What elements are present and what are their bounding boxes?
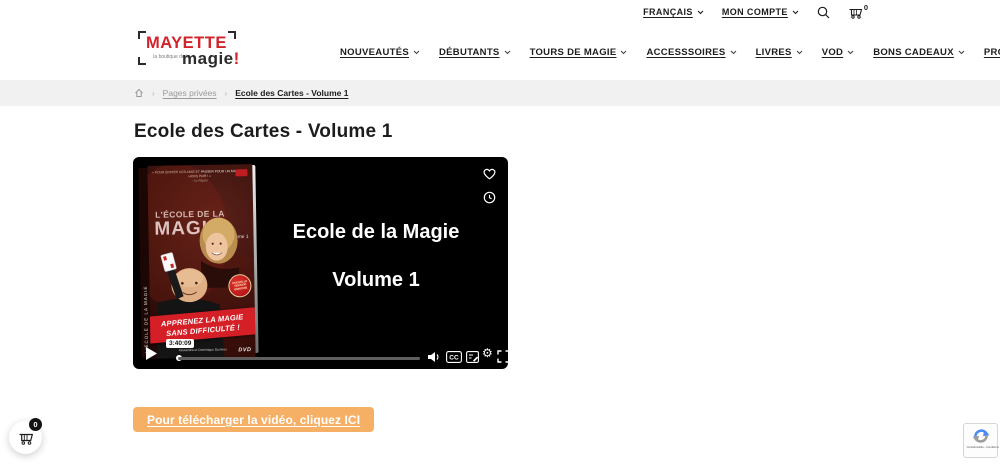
nav-label: PROMOTIONS — [983, 46, 1000, 58]
nav-label: NOUVEAUTÉS — [340, 46, 409, 58]
play-button[interactable] — [145, 346, 158, 366]
nav-label: BONS CADEAUX — [873, 46, 954, 58]
clock-icon — [483, 191, 496, 204]
top-bar: FRANÇAIS MON COMPTE 0 — [0, 0, 1000, 24]
nav-item-nouveautes[interactable]: NOUVEAUTÉS — [340, 47, 420, 58]
progress-bar[interactable] — [178, 357, 420, 360]
recaptcha-badge[interactable]: Confidentialité - Conditions — [963, 423, 998, 458]
nav-label: DÉBUTANTS — [438, 46, 500, 58]
logo-bracket — [138, 31, 146, 39]
play-icon — [146, 347, 157, 360]
page-title: Ecole des Cartes - Volume 1 — [134, 121, 393, 142]
video-player[interactable]: L'ÉCOLE DE LA MAGIE « POUR ÉPATER VOS AM… — [133, 157, 508, 369]
logo-magie-word: magie — [182, 49, 234, 68]
cc-icon: CC — [446, 351, 462, 363]
logo-text-magie: magie! — [182, 49, 240, 69]
dvd-format-label: DVD — [238, 347, 252, 354]
breadcrumb: › Pages privées › Ecole des Cartes - Vol… — [0, 80, 1000, 106]
nav-item-promotions[interactable]: PROMOTIONS — [984, 47, 1000, 58]
gear-icon: ⚙ — [482, 346, 493, 360]
volume-button[interactable] — [427, 350, 441, 368]
nav-item-accesssoires[interactable]: ACCESSSOIRES — [646, 47, 736, 58]
nav-item-vod[interactable]: VOD — [822, 47, 855, 58]
captions-button[interactable]: CC — [446, 350, 462, 368]
duration-tooltip: 3:40:09 — [166, 339, 195, 348]
video-overlay-subtitle: Volume 1 — [332, 269, 420, 291]
site-logo[interactable]: MAYETTE la boutique de la magie! — [136, 31, 254, 73]
svg-text:CC: CC — [449, 355, 459, 362]
home-icon[interactable] — [134, 88, 144, 98]
fullscreen-button[interactable] — [497, 350, 508, 368]
svg-text:L'ÉCOLE DE LA MAGIE: L'ÉCOLE DE LA MAGIE — [142, 286, 149, 353]
language-label: FRANÇAIS — [643, 7, 693, 17]
transcript-button[interactable] — [466, 350, 479, 368]
page: FRANÇAIS MON COMPTE 0 MAYETTE la boutiqu… — [0, 0, 1000, 465]
logo-bracket — [228, 31, 236, 39]
nav-label: ACCESSSOIRES — [646, 46, 726, 58]
nav-label: VOD — [821, 46, 844, 58]
cart-button[interactable]: 0 — [848, 2, 868, 19]
breadcrumb-separator: › — [224, 88, 228, 98]
transcript-icon — [466, 351, 479, 363]
chevron-down-icon — [413, 50, 420, 54]
nav-item-bons-cadeaux[interactable]: BONS CADEAUX — [873, 47, 965, 58]
nav-item-tours-de-magie[interactable]: TOURS DE MAGIE — [530, 47, 628, 58]
recaptcha-icon — [971, 429, 990, 443]
breadcrumb-separator: › — [152, 88, 155, 98]
language-selector[interactable]: FRANÇAIS — [643, 7, 704, 17]
account-label: MON COMPTE — [721, 7, 788, 17]
like-button[interactable] — [482, 167, 497, 185]
chevron-down-icon — [792, 10, 799, 14]
chevron-down-icon — [621, 50, 627, 54]
search-button[interactable] — [817, 6, 830, 19]
nav-label: TOURS DE MAGIE — [529, 46, 617, 58]
chevron-down-icon — [504, 50, 510, 54]
search-icon — [817, 6, 830, 18]
chevron-down-icon — [730, 50, 736, 54]
logo-bracket — [138, 57, 146, 65]
chevron-down-icon — [796, 50, 803, 54]
nav-item-debutants[interactable]: DÉBUTANTS — [439, 47, 511, 58]
breadcrumb-parent[interactable]: Pages privées — [163, 88, 217, 98]
heart-icon — [483, 168, 496, 180]
nav-item-livres[interactable]: LIVRES — [756, 47, 803, 58]
logo-exclaim: ! — [233, 49, 240, 68]
fullscreen-icon — [497, 350, 508, 363]
main-nav: NOUVEAUTÉS DÉBUTANTS TOURS DE MAGIE ACCE… — [340, 24, 1000, 80]
account-menu[interactable]: MON COMPTE — [722, 7, 799, 17]
dvd-front: « POUR ÉPATER VOS AMIS ET PASSER POUR UN… — [147, 164, 256, 359]
main-header: MAYETTE la boutique de la magie! NOUVEAU… — [0, 24, 1000, 80]
cart-icon — [19, 433, 33, 445]
settings-button[interactable]: ⚙ — [482, 346, 493, 360]
dvd-cover: L'ÉCOLE DE LA MAGIE « POUR ÉPATER VOS AM… — [138, 164, 259, 362]
chevron-down-icon — [847, 50, 854, 54]
download-video-label: Pour télécharger la vidéo, cliquez ICI — [147, 412, 361, 427]
nav-label: LIVRES — [755, 46, 792, 58]
cart-icon — [849, 8, 863, 19]
breadcrumb-current[interactable]: Ecole des Cartes - Volume 1 — [235, 88, 348, 98]
video-overlay-title: Ecole de la Magie — [292, 221, 460, 243]
floating-cart-count: 0 — [29, 418, 42, 431]
recaptcha-terms: Confidentialité - Conditions — [966, 446, 999, 449]
watch-later-button[interactable] — [483, 191, 496, 209]
volume-icon — [428, 352, 439, 362]
download-video-button[interactable]: Pour télécharger la vidéo, cliquez ICI — [133, 407, 375, 432]
chevron-down-icon — [697, 10, 704, 14]
cart-count: 0 — [863, 2, 868, 12]
chevron-down-icon — [958, 50, 965, 54]
